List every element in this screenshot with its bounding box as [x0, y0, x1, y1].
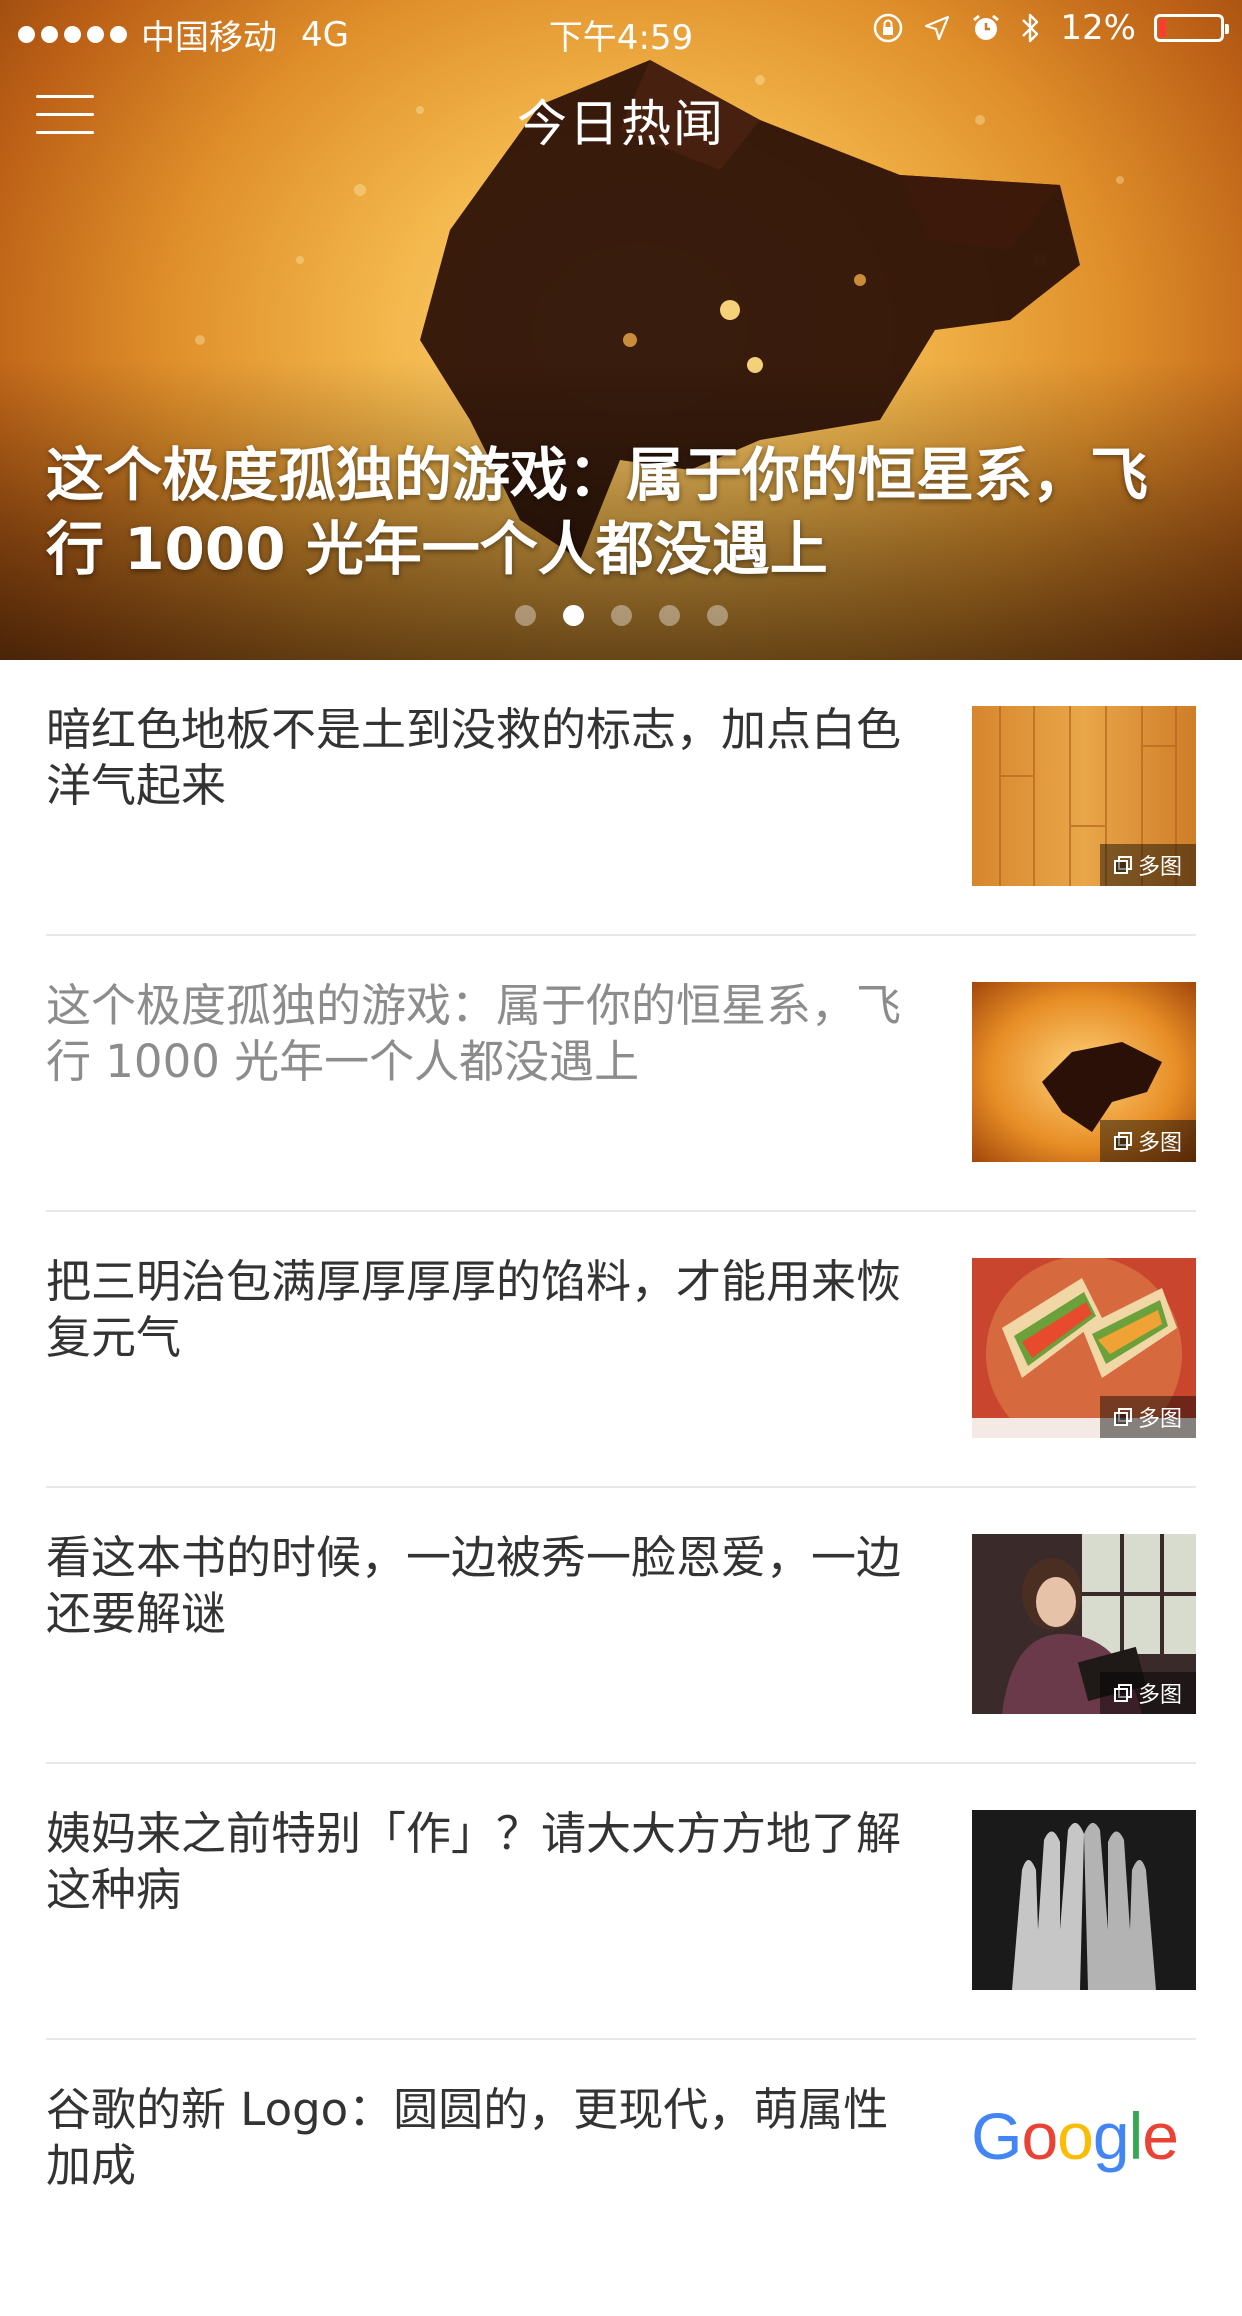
badge-label: 多图 — [1137, 1131, 1182, 1156]
multi-image-badge: 多图 — [1100, 1396, 1196, 1438]
multi-image-badge: 多图 — [1100, 1120, 1196, 1162]
gallery-icon — [1113, 1132, 1132, 1150]
news-thumbnail: 多图 — [972, 982, 1196, 1162]
news-item-6[interactable]: 谷歌的新 Logo：圆圆的，更现代，萌属性加成 Google — [46, 2040, 1196, 2316]
carousel-dot-5[interactable] — [706, 605, 728, 626]
status-bar: 中国移动 4G 下午4:59 12% — [0, 0, 1242, 60]
hands-face-image — [972, 1810, 1196, 1990]
battery-fill — [1159, 19, 1167, 37]
page-title: 今日热闻 — [517, 95, 725, 153]
carousel-dot-3[interactable] — [610, 605, 632, 626]
news-title: 谷歌的新 Logo：圆圆的，更现代，萌属性加成 — [46, 2083, 889, 2192]
battery-percentage: 12% — [1060, 8, 1136, 48]
gallery-icon — [1113, 1408, 1132, 1426]
gallery-icon — [1113, 1684, 1132, 1702]
news-thumbnail: 多图 — [972, 706, 1196, 886]
battery-icon — [1154, 14, 1229, 42]
google-logo-letter: e — [1142, 2099, 1179, 2173]
badge-label: 多图 — [1137, 855, 1182, 880]
news-title: 看这本书的时候，一边被秀一脸恩爱，一边还要解谜 — [46, 1531, 902, 1640]
badge-label: 多图 — [1137, 1407, 1182, 1432]
news-thumbnail: 多图 — [972, 1258, 1196, 1438]
badge-label: 多图 — [1137, 1683, 1182, 1708]
news-item-5[interactable]: 姨妈来之前特别「作」？请大大方方地了解这种病 — [46, 1764, 1196, 2040]
multi-image-badge: 多图 — [1100, 844, 1196, 886]
news-list: 暗红色地板不是土到没救的标志，加点白色洋气起来 多图 这个极度孤独的游戏：属于你… — [0, 660, 1242, 2316]
hero-banner[interactable]: 中国移动 4G 下午4:59 12% 今日热闻 这个极度孤独的游戏：属于你的恒星… — [0, 0, 1242, 660]
google-logo-letter: G — [971, 2099, 1022, 2173]
gallery-icon — [1113, 856, 1132, 874]
news-title: 把三明治包满厚厚厚厚的馅料，才能用来恢复元气 — [46, 1255, 902, 1364]
google-logo: Google — [971, 2098, 1179, 2174]
google-logo-letter: o — [1057, 2099, 1094, 2173]
orientation-lock-icon — [874, 13, 903, 43]
carousel-dot-2[interactable] — [562, 605, 584, 626]
news-title: 这个极度孤独的游戏：属于你的恒星系，飞行 1000 光年一个人都没遇上 — [46, 979, 902, 1088]
news-thumbnail — [972, 1810, 1196, 1990]
google-logo-letter: g — [1092, 2099, 1130, 2173]
carousel-page-indicator[interactable] — [0, 605, 1242, 626]
news-title: 姨妈来之前特别「作」？请大大方方地了解这种病 — [46, 1807, 902, 1916]
news-item-1[interactable]: 暗红色地板不是土到没救的标志，加点白色洋气起来 多图 — [46, 660, 1196, 936]
news-item-4[interactable]: 看这本书的时候，一边被秀一脸恩爱，一边还要解谜 多图 — [46, 1488, 1196, 1764]
news-title: 暗红色地板不是土到没救的标志，加点白色洋气起来 — [46, 703, 902, 812]
carousel-dot-4[interactable] — [658, 605, 680, 626]
news-item-3[interactable]: 把三明治包满厚厚厚厚的馅料，才能用来恢复元气 多图 — [46, 1212, 1196, 1488]
google-logo-letter: l — [1128, 2099, 1144, 2173]
status-right: 12% — [872, 8, 1229, 48]
carousel-dot-1[interactable] — [514, 605, 536, 626]
google-logo-letter: o — [1021, 2099, 1058, 2173]
news-thumbnail: 多图 — [972, 1534, 1196, 1714]
location-icon — [925, 15, 950, 41]
hero-caption[interactable]: 这个极度孤独的游戏：属于你的恒星系，飞行 1000 光年一个人都没遇上 — [46, 438, 1196, 586]
bluetooth-icon — [1022, 13, 1039, 43]
news-item-2[interactable]: 这个极度孤独的游戏：属于你的恒星系，飞行 1000 光年一个人都没遇上 多图 — [46, 936, 1196, 1212]
alarm-icon — [973, 14, 1000, 40]
multi-image-badge: 多图 — [1100, 1672, 1196, 1714]
